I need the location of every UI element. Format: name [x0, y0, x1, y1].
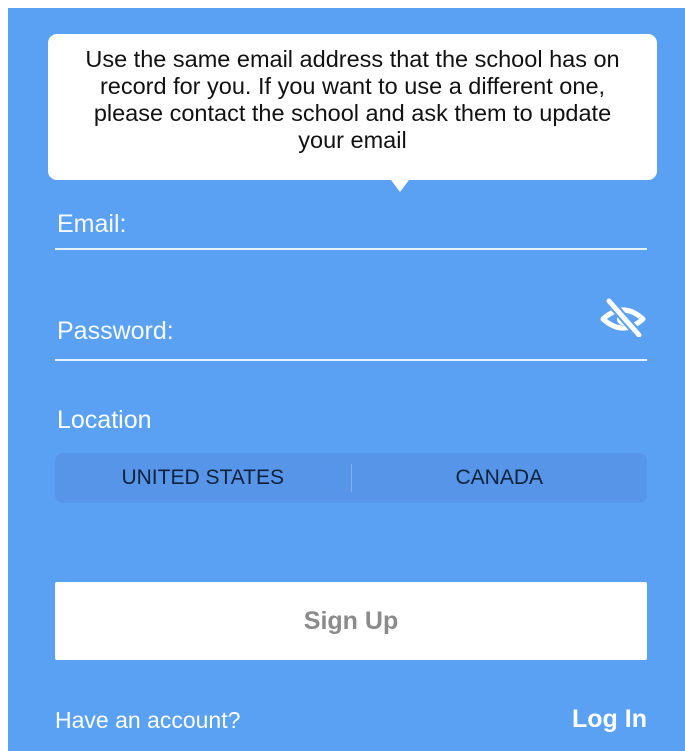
location-option-canada[interactable]: CANADA: [352, 466, 648, 490]
tooltip-line: Use the same email address that the scho…: [85, 46, 620, 72]
eye-slash-icon[interactable]: [599, 296, 647, 340]
signup-screen: Use the same email address that the scho…: [8, 8, 685, 751]
tooltip-line: record for you. If you want to use a dif…: [99, 73, 606, 99]
location-option-united-states[interactable]: UNITED STATES: [55, 466, 351, 490]
email-field[interactable]: [55, 196, 647, 248]
email-tooltip: Use the same email address that the scho…: [48, 34, 657, 180]
location-segmented-control: UNITED STATES CANADA: [55, 453, 647, 503]
tooltip-line: your email: [298, 127, 407, 153]
tooltip-arrow: [391, 180, 409, 192]
have-account-text: Have an account?: [55, 707, 241, 733]
log-in-link[interactable]: Log In: [572, 705, 647, 734]
email-field-wrapper: [55, 196, 647, 250]
password-field-wrapper: [55, 293, 647, 361]
location-label: Location: [57, 406, 152, 434]
tooltip-line: please contact the school and ask them t…: [93, 100, 612, 126]
sign-up-button[interactable]: Sign Up: [55, 582, 647, 660]
password-field[interactable]: [55, 293, 647, 359]
